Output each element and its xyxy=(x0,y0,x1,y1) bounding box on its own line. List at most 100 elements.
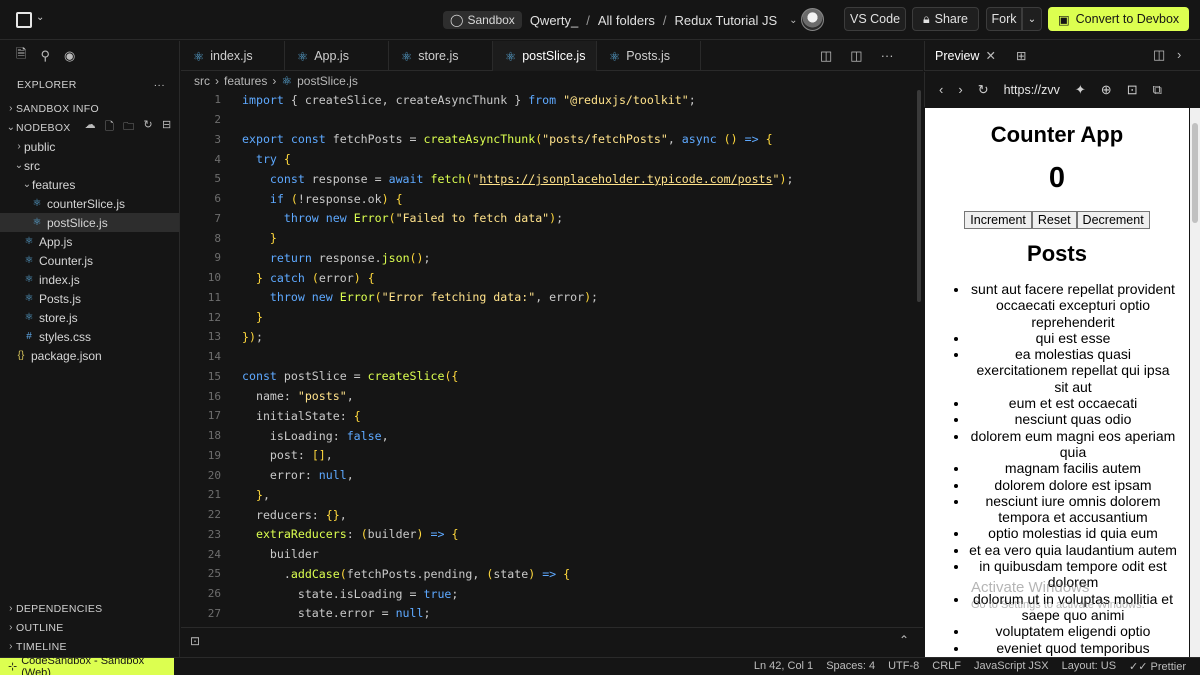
chevron-down-icon: ⌄ xyxy=(22,179,32,190)
tree-folder[interactable]: ⌄ src xyxy=(0,156,179,175)
nodebox-section[interactable]: ⌄ NODEBOX ☁ 🗋︎ 🗀︎ ↻ ⊟ xyxy=(0,118,179,137)
tree-file[interactable]: ⚛ store.js xyxy=(0,308,179,327)
crosshair-icon[interactable]: ⊕ xyxy=(1101,82,1112,98)
post-item: dolorem eum magni eos aperiam quia xyxy=(969,428,1177,461)
console-icon[interactable]: ⊡ xyxy=(1127,82,1138,98)
chevron-up-icon[interactable]: ⌃ xyxy=(899,633,909,647)
refresh-icon[interactable]: ↻ xyxy=(143,118,153,137)
preview-tab[interactable]: Preview ✕ ⊞ xyxy=(935,48,1026,64)
layout-icon[interactable]: ◫ xyxy=(850,48,862,64)
chevron-down-icon[interactable]: ⌄ xyxy=(36,12,44,23)
tree-file[interactable]: # styles.css xyxy=(0,327,179,346)
tree-file[interactable]: ⚛ Counter.js xyxy=(0,251,179,270)
workspace-name[interactable]: Qwerty_ xyxy=(530,13,578,28)
editor-tab[interactable]: ⚛ store.js xyxy=(389,41,493,71)
editor-tab[interactable]: ⚛ Posts.js xyxy=(597,41,701,71)
url-input[interactable]: https://zvv xyxy=(1004,83,1060,97)
code-text: isLoading: false, xyxy=(221,429,389,443)
add-tab-icon[interactable]: ⊞ xyxy=(1016,48,1026,63)
increment-button[interactable]: Increment xyxy=(964,211,1032,229)
editor-tab[interactable]: ⚛ App.js xyxy=(285,41,389,71)
more-icon[interactable]: ··· xyxy=(154,79,165,91)
code-text: state.error = null; xyxy=(221,606,431,621)
preview-scrollbar[interactable] xyxy=(1190,108,1200,657)
code-token: " xyxy=(772,171,780,186)
encoding[interactable]: UTF-8 xyxy=(888,660,919,673)
breadcrumb-src[interactable]: src xyxy=(194,74,210,88)
collapse-all-icon[interactable]: ⊟ xyxy=(162,118,172,137)
code-editor[interactable]: 1 import { createSlice, createAsyncThunk … xyxy=(181,90,923,624)
code-line: 11 throw new Error("Error fetching data:… xyxy=(181,288,923,308)
tree-folder[interactable]: ⌄ features xyxy=(0,175,179,194)
split-editor-icon[interactable]: ◫ xyxy=(820,48,832,64)
chevron-right-icon[interactable]: › xyxy=(1177,47,1181,62)
popout-icon[interactable]: ⧉ xyxy=(1153,82,1162,98)
explorer-header: EXPLORER ··· xyxy=(0,71,179,99)
vscode-button[interactable]: VS Code xyxy=(844,7,906,31)
tree-item-label: App.js xyxy=(39,234,73,249)
tree-file[interactable]: ⚛ counterSlice.js xyxy=(0,194,179,213)
react-file-icon: ⚛ xyxy=(32,217,42,228)
language-mode[interactable]: JavaScript JSX xyxy=(974,660,1049,673)
project-name[interactable]: Redux Tutorial JS xyxy=(675,13,778,28)
code-line: 14 xyxy=(181,347,923,367)
cloud-upload-icon[interactable]: ☁ xyxy=(85,118,96,137)
share-button-label: Share xyxy=(934,12,968,26)
tree-file[interactable]: {} package.json xyxy=(0,346,179,365)
editor-tab[interactable]: ⚛ postSlice.js xyxy=(493,41,597,71)
prettier-status[interactable]: ✓✓ Prettier xyxy=(1129,660,1186,673)
terminal-icon[interactable]: ⊡ xyxy=(190,634,200,648)
more-icon[interactable]: ··· xyxy=(881,48,894,64)
remote-indicator[interactable]: ⊹ CodeSandbox - Sandbox (Web) xyxy=(0,655,174,675)
fork-button[interactable]: Fork xyxy=(986,7,1022,31)
files-icon[interactable]: 🗎︎ xyxy=(16,45,26,67)
preview-scroll-thumb[interactable] xyxy=(1192,123,1198,223)
reset-button[interactable]: Reset xyxy=(1031,211,1077,229)
code-token: fetch xyxy=(430,171,466,186)
decrement-button[interactable]: Decrement xyxy=(1076,211,1150,229)
line-endings[interactable]: CRLF xyxy=(932,660,961,673)
code-token: ; xyxy=(423,606,431,621)
section-outline[interactable]: › OUTLINE xyxy=(0,618,179,637)
code-token: const xyxy=(269,171,305,186)
chevron-right-icon: › xyxy=(9,103,13,114)
breadcrumb-features[interactable]: features xyxy=(224,74,267,88)
tree-file[interactable]: ⚛ postSlice.js xyxy=(0,213,179,232)
sparkle-icon[interactable]: ✦ xyxy=(1075,82,1086,98)
convert-to-devbox-button[interactable]: ▣ Convert to Devbox xyxy=(1048,7,1189,31)
sandbox-info-section[interactable]: › SANDBOX INFO xyxy=(0,99,179,118)
new-folder-icon[interactable]: 🗀︎ xyxy=(123,118,134,137)
back-icon[interactable]: ‹ xyxy=(939,82,943,97)
tree-file[interactable]: ⚛ Posts.js xyxy=(0,289,179,308)
section-dependencies[interactable]: › DEPENDENCIES xyxy=(0,599,179,618)
breadcrumb-file[interactable]: postSlice.js xyxy=(297,74,358,88)
tree-folder[interactable]: › public xyxy=(0,137,179,156)
cursor-position[interactable]: Ln 42, Col 1 xyxy=(754,660,813,673)
tree-file[interactable]: ⚛ App.js xyxy=(0,232,179,251)
code-token: true xyxy=(423,586,452,601)
section-timeline[interactable]: › TIMELINE xyxy=(0,637,179,656)
github-icon[interactable]: ◉ xyxy=(64,48,75,64)
new-file-icon[interactable]: 🗋︎ xyxy=(105,118,114,137)
line-number: 11 xyxy=(207,290,221,304)
chevron-down-icon[interactable]: ⌄ xyxy=(789,15,797,26)
folder-name[interactable]: All folders xyxy=(598,13,655,28)
codesandbox-logo-icon[interactable] xyxy=(16,12,32,28)
search-icon[interactable]: ⚲ xyxy=(40,48,50,64)
tree-file[interactable]: ⚛ index.js xyxy=(0,270,179,289)
editor-tab-label: App.js xyxy=(314,49,349,63)
forward-icon[interactable]: › xyxy=(958,82,962,97)
refresh-icon[interactable]: ↻ xyxy=(978,82,989,98)
indentation[interactable]: Spaces: 4 xyxy=(826,660,875,673)
layout-icon[interactable]: ◫ xyxy=(1153,47,1165,63)
editor-scrollbar[interactable] xyxy=(917,90,921,302)
close-icon[interactable]: ✕ xyxy=(985,48,995,63)
keyboard-layout[interactable]: Layout: US xyxy=(1062,660,1116,673)
sandbox-badge[interactable]: ◯ Sandbox xyxy=(443,11,522,29)
line-number: 15 xyxy=(207,369,221,383)
breadcrumb-separator: / xyxy=(662,12,667,28)
share-button[interactable]: 🔒︎ Share xyxy=(912,7,979,31)
editor-tab[interactable]: ⚛ index.js xyxy=(181,41,285,71)
avatar[interactable] xyxy=(801,8,824,31)
fork-options-button[interactable]: ⌄ xyxy=(1022,7,1042,31)
